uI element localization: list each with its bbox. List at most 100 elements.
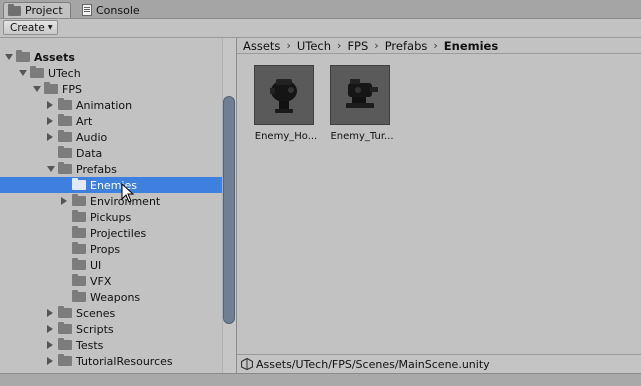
breadcrumb: Assets › UTech › FPS › Prefabs › Enemies	[237, 38, 641, 54]
tree-item-tutorialresources[interactable]: TutorialResources	[0, 353, 222, 369]
tree-item-label: Props	[90, 242, 121, 256]
tree-item-label: UTech	[48, 66, 81, 80]
folder-icon	[72, 242, 86, 254]
create-button[interactable]: Create ▼	[3, 20, 58, 35]
tree-item-label: Scripts	[76, 322, 114, 336]
tree-item-label: Audio	[76, 130, 108, 144]
tree-item-weapons[interactable]: Weapons	[0, 289, 222, 305]
tree-item-audio[interactable]: Audio	[0, 129, 222, 145]
asset-label: Enemy_Ho...	[254, 131, 318, 142]
tree-item-label: Projectiles	[90, 226, 147, 240]
tree-item-label: Pickups	[90, 210, 132, 224]
tree-item-fps[interactable]: FPS	[0, 81, 222, 97]
asset-grid: Enemy_Ho... Enemy_Tur...	[237, 55, 641, 353]
tree-item-label: UI	[90, 258, 102, 272]
tree-item-enemies[interactable]: Enemies	[0, 177, 222, 193]
tree-item-data[interactable]: Data	[0, 145, 222, 161]
selected-asset-path: Assets/UTech/FPS/Scenes/MainScene.unity	[256, 357, 490, 371]
tree-item-label: FPS	[62, 82, 82, 96]
tree-item-vfx[interactable]: VFX	[0, 273, 222, 289]
folder-icon	[72, 274, 86, 286]
folder-icon	[58, 354, 72, 366]
tab-bar: Project Console	[0, 0, 641, 19]
folder-icon	[58, 338, 72, 350]
folder-icon	[72, 194, 86, 206]
tab-project[interactable]: Project	[3, 2, 71, 18]
tree-item-animation[interactable]: Animation	[0, 97, 222, 113]
expand-arrow-down-icon[interactable]	[5, 54, 13, 60]
tree-item-label: Scenes	[76, 306, 116, 320]
tree-item-label: TutorialResources	[76, 354, 173, 368]
tree-item-pickups[interactable]: Pickups	[0, 209, 222, 225]
tree-item-label: Art	[76, 114, 93, 128]
folder-icon	[58, 146, 72, 158]
tree-item-assets[interactable]: Assets	[0, 49, 222, 65]
create-button-label: Create	[10, 21, 45, 34]
expand-arrow-right-icon[interactable]	[61, 197, 67, 205]
expand-arrow-down-icon[interactable]	[19, 70, 27, 76]
tree-item-environment[interactable]: Environment	[0, 193, 222, 209]
breadcrumb-separator-icon: ›	[374, 39, 379, 52]
breadcrumb-item-utech[interactable]: UTech	[297, 39, 331, 53]
expand-arrow-right-icon[interactable]	[47, 309, 53, 317]
folder-icon	[58, 162, 72, 174]
unity-scene-icon	[241, 358, 253, 370]
tree-item-label: Animation	[76, 98, 133, 112]
expand-arrow-down-icon[interactable]	[47, 166, 55, 172]
folder-tree: Assets UTech FPS Animation Art Audio Data Prefa…	[0, 38, 222, 373]
tab-console[interactable]: Console	[78, 2, 148, 18]
expand-arrow-right-icon[interactable]	[47, 341, 53, 349]
breadcrumb-item-fps[interactable]: FPS	[347, 39, 368, 53]
folder-icon	[72, 210, 86, 222]
tree-item-ui[interactable]: UI	[0, 257, 222, 273]
folder-icon	[44, 82, 58, 94]
console-icon	[82, 4, 92, 16]
tree-item-label: Tests	[76, 338, 104, 352]
asset-item[interactable]: Enemy_Tur...	[313, 55, 394, 155]
tree-item-label: Data	[76, 146, 103, 160]
folder-icon	[72, 178, 86, 190]
tree-item-props[interactable]: Props	[0, 241, 222, 257]
asset-label: Enemy_Tur...	[330, 131, 394, 142]
folder-icon	[58, 306, 72, 318]
tab-console-label: Console	[96, 3, 140, 17]
expand-arrow-down-icon[interactable]	[33, 86, 41, 92]
mouse-cursor-icon	[121, 183, 135, 203]
folder-icon	[72, 258, 86, 270]
breadcrumb-separator-icon: ›	[337, 39, 342, 52]
tree-item-projectiles[interactable]: Projectiles	[0, 225, 222, 241]
expand-arrow-right-icon[interactable]	[47, 325, 53, 333]
tree-scrollbar-thumb[interactable]	[223, 96, 235, 324]
expand-arrow-right-icon[interactable]	[47, 101, 53, 109]
tree-item-utech[interactable]: UTech	[0, 65, 222, 81]
tree-item-tests[interactable]: Tests	[0, 337, 222, 353]
asset-item[interactable]: Enemy_Ho...	[237, 55, 317, 155]
tree-item-scenes[interactable]: Scenes	[0, 305, 222, 321]
tree-item-art[interactable]: Art	[0, 113, 222, 129]
window-bottom-edge	[0, 373, 641, 386]
tree-item-label: VFX	[90, 274, 112, 288]
folder-icon	[16, 50, 30, 62]
breadcrumb-item-prefabs[interactable]: Prefabs	[385, 39, 428, 53]
expand-arrow-right-icon[interactable]	[47, 133, 53, 141]
breadcrumb-separator-icon: ›	[286, 39, 291, 52]
breadcrumb-item-assets[interactable]: Assets	[243, 39, 280, 53]
breadcrumb-separator-icon: ›	[433, 39, 438, 52]
folder-icon	[72, 290, 86, 302]
folder-icon	[72, 226, 86, 238]
expand-arrow-right-icon[interactable]	[47, 117, 53, 125]
hover-bot-icon	[254, 65, 314, 125]
tree-item-scripts[interactable]: Scripts	[0, 321, 222, 337]
folder-icon	[30, 66, 44, 78]
expand-arrow-right-icon[interactable]	[47, 357, 53, 365]
tree-item-label: Assets	[34, 50, 75, 64]
tab-project-label: Project	[25, 4, 63, 17]
tree-item-label: Prefabs	[76, 162, 117, 176]
tree-item-prefabs[interactable]: Prefabs	[0, 161, 222, 177]
project-toolbar: Create ▼	[0, 19, 641, 38]
breadcrumb-item-enemies[interactable]: Enemies	[444, 39, 498, 53]
folder-icon	[58, 114, 72, 126]
folder-icon	[58, 130, 72, 142]
dropdown-arrow-icon: ▼	[47, 24, 53, 31]
folder-icon	[58, 322, 72, 334]
